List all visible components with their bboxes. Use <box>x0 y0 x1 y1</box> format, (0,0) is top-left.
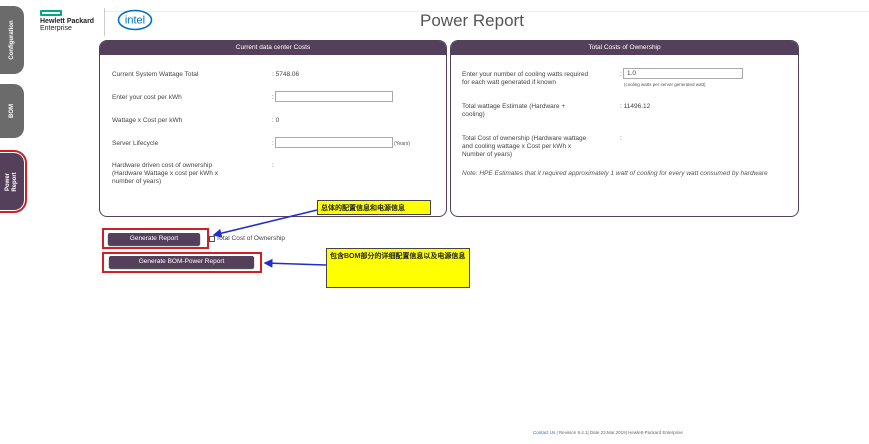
arrow-to-generate-report <box>212 209 318 238</box>
contact-us-link[interactable]: Contact Us <box>533 430 555 435</box>
arrow-to-bom-report <box>263 258 327 268</box>
footer-revision: | Revision 9.4.1| Date 23.Mar.2019| Hewl… <box>555 430 683 435</box>
footer: Contact Us | Revision 9.4.1| Date 23.Mar… <box>533 430 683 435</box>
annotation-arrows <box>212 209 327 268</box>
